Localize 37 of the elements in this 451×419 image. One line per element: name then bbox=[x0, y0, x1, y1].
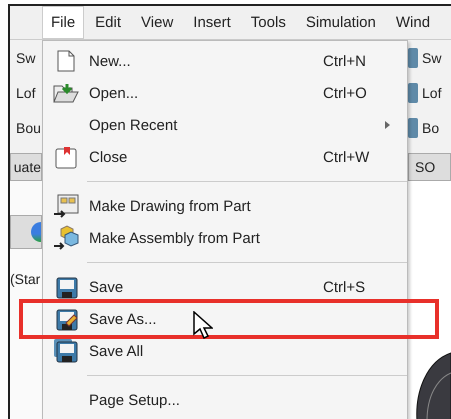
floppy-pencil-icon bbox=[54, 307, 78, 331]
globe-icon[interactable] bbox=[31, 222, 41, 242]
menu-item[interactable]: New... Ctrl+N bbox=[43, 45, 407, 77]
toolbar-label[interactable]: Lof bbox=[16, 84, 36, 100]
mouse-pointer-icon bbox=[193, 311, 213, 339]
menu-bar-item[interactable]: Simulation bbox=[296, 6, 385, 39]
toolbar-label[interactable]: Bou bbox=[16, 120, 41, 136]
toolbar-label[interactable]: Lof bbox=[422, 84, 442, 100]
menu-bar-item[interactable]: Tools bbox=[242, 6, 295, 39]
toolbar-label[interactable]: Bo bbox=[422, 120, 440, 136]
tree-item-text[interactable]: (Star bbox=[10, 271, 40, 287]
menu-item[interactable]: Save As... bbox=[43, 303, 407, 335]
toolbar-label[interactable]: Sw bbox=[422, 50, 442, 66]
folder-icon bbox=[53, 82, 79, 104]
document-icon bbox=[57, 50, 75, 72]
menu-item[interactable]: Page Setup... bbox=[43, 384, 407, 416]
menu-item[interactable]: Make Drawing from Part bbox=[43, 190, 407, 222]
menu-item[interactable]: Save All bbox=[43, 335, 407, 367]
blocks-icon bbox=[53, 225, 79, 251]
menu-item[interactable]: Open... Ctrl+O bbox=[43, 77, 407, 109]
menu-bar-item[interactable]: Wind bbox=[386, 6, 440, 39]
menu-item[interactable]: Open Recent bbox=[43, 109, 407, 141]
menu-item[interactable]: Save Ctrl+S bbox=[43, 271, 407, 303]
menu-item[interactable]: Close Ctrl+W bbox=[43, 141, 407, 173]
document-icon bbox=[54, 145, 78, 169]
tab[interactable]: SO bbox=[408, 153, 451, 181]
menu-bar-item[interactable]: Insert bbox=[184, 6, 240, 39]
drawing-sheet-icon bbox=[53, 194, 79, 218]
feature-icon[interactable] bbox=[408, 82, 418, 102]
tab[interactable]: uate bbox=[10, 153, 42, 181]
menu-bar-item[interactable]: Edit bbox=[86, 6, 130, 39]
menu-bar-item[interactable]: File bbox=[42, 6, 84, 39]
menu-bar-item[interactable]: View bbox=[132, 6, 182, 39]
feature-icon[interactable] bbox=[408, 118, 418, 138]
toolbar-label[interactable]: Sw bbox=[16, 50, 36, 66]
menu-item[interactable]: Make Assembly from Part bbox=[43, 222, 407, 254]
feature-icon[interactable] bbox=[408, 48, 418, 68]
